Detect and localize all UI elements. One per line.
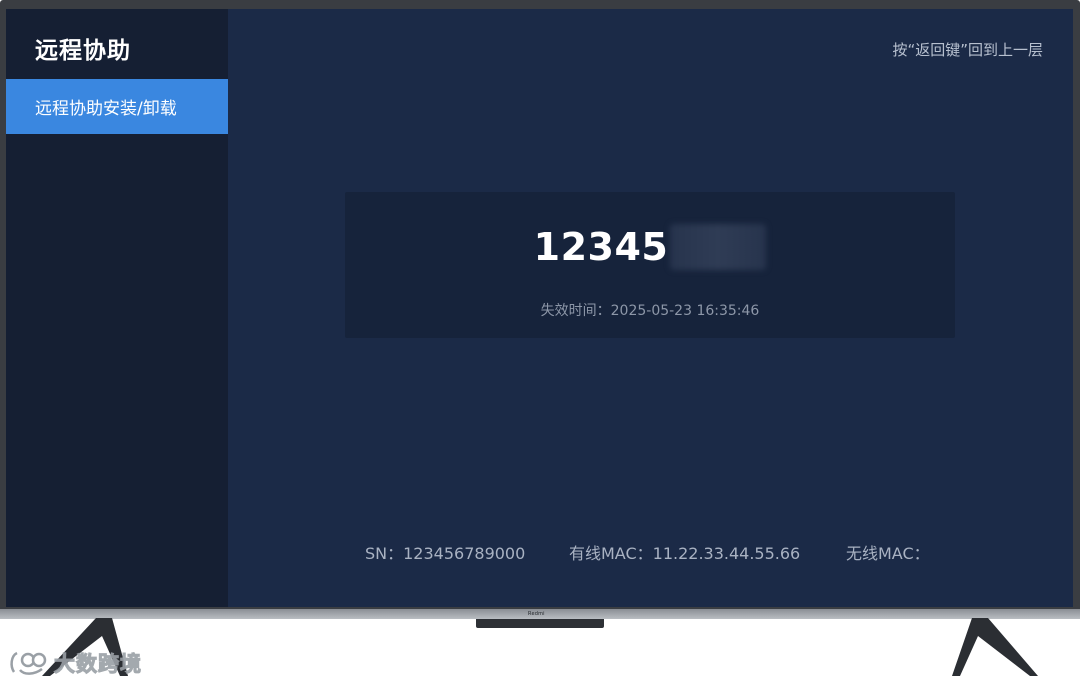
tv-scene: 远程协助 远程协助安装/卸载 按“返回键”回到上一层 12345 失效时间：20… (0, 0, 1080, 684)
assist-code-blurred (670, 224, 767, 270)
watermark-logo-icon (10, 651, 47, 675)
expire-time: 失效时间：2025-05-23 16:35:46 (540, 303, 760, 319)
right-leg (952, 618, 1038, 676)
assist-code-card: 12345 失效时间：2025-05-23 16:35:46 (345, 192, 955, 338)
tv-bezel: 远程协助 远程协助安装/卸载 按“返回键”回到上一层 12345 失效时间：20… (0, 0, 1080, 618)
wired-mac: 有线MAC：11.22.33.44.55.66 (569, 544, 801, 563)
serial-number: SN：123456789000 (365, 544, 526, 563)
tv-screen: 远程协助 远程协助安装/卸载 按“返回键”回到上一层 12345 失效时间：20… (6, 9, 1073, 607)
sidebar: 远程协助 远程协助安装/卸载 (6, 9, 228, 607)
sidebar-item-install-uninstall[interactable]: 远程协助安装/卸载 (6, 79, 228, 134)
tv-stand-legs (42, 618, 1038, 676)
assist-code: 12345 (345, 220, 955, 274)
sidebar-title: 远程协助 (35, 38, 131, 64)
watermark-text: 大数跨境 (54, 652, 142, 677)
sidebar-item-label: 远程协助安装/卸载 (35, 99, 177, 119)
watermark: 大数跨境 (8, 646, 142, 680)
assist-code-digits: 12345 (533, 225, 669, 269)
wireless-mac: 无线MAC： (846, 544, 930, 563)
back-hint: 按“返回键”回到上一层 (892, 41, 1043, 59)
device-info-row: SN：123456789000 有线MAC：11.22.33.44.55.66 … (365, 540, 1065, 564)
